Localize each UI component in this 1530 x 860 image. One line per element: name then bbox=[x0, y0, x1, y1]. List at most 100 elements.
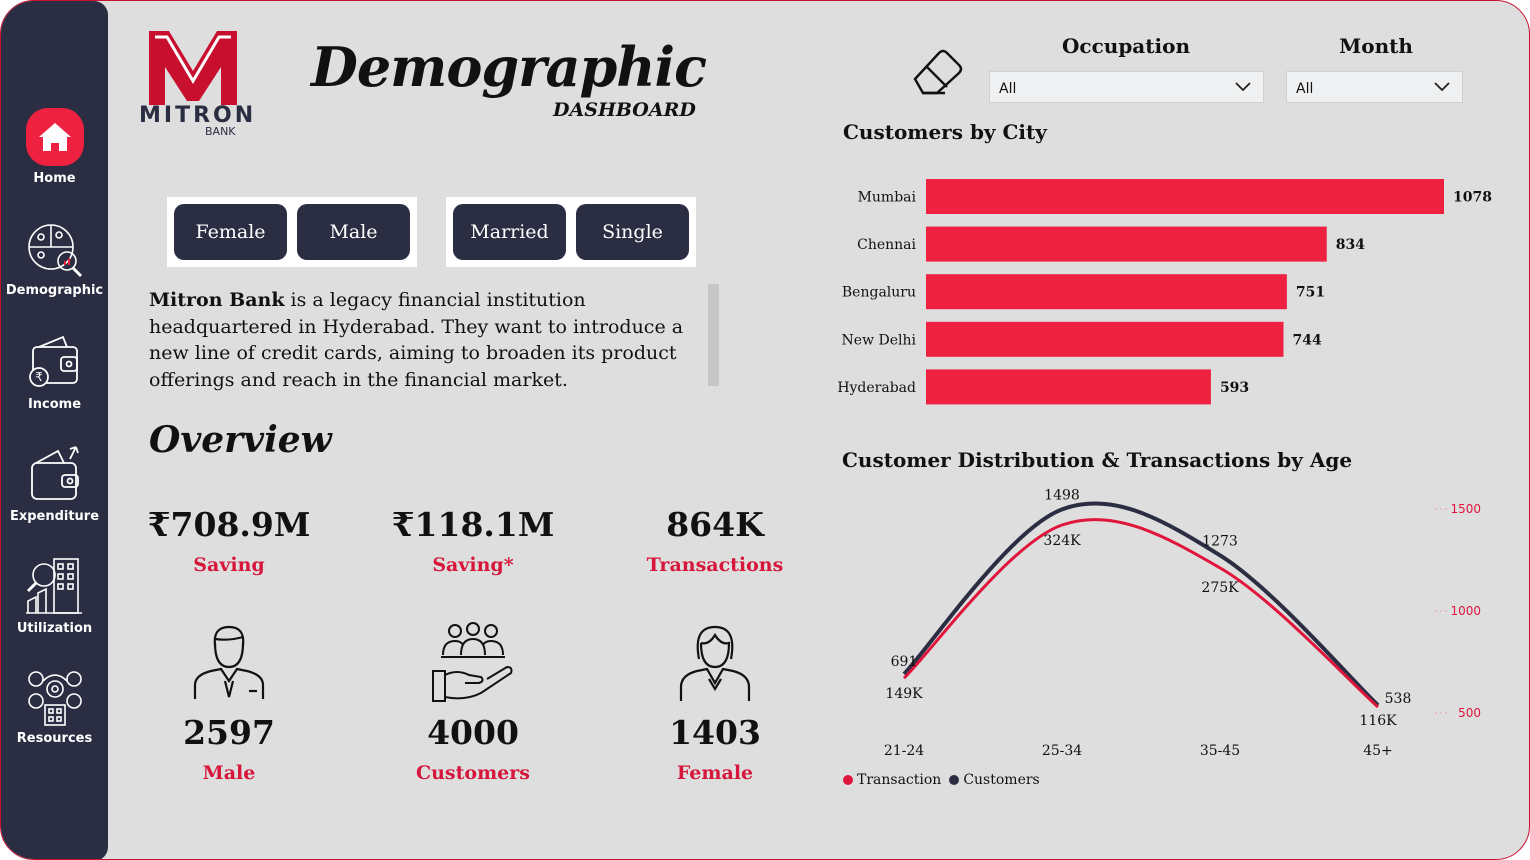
legend-transaction-label: Transaction bbox=[857, 772, 942, 788]
x-tick-label: 35-45 bbox=[1200, 743, 1240, 759]
city-label: Chennai bbox=[857, 237, 916, 253]
nav-resources-label: Resources bbox=[16, 731, 93, 746]
city-bar bbox=[926, 369, 1211, 405]
kpi-male-label: Male bbox=[202, 762, 256, 784]
utilization-icon bbox=[25, 558, 82, 614]
description-scrollbar[interactable] bbox=[708, 284, 719, 386]
nav-resources[interactable]: Resources bbox=[1, 667, 108, 746]
kpi-customers: 4000 Customers bbox=[363, 713, 583, 784]
y2-tick-label: 1500 bbox=[1450, 502, 1481, 516]
nav-demographic[interactable]: Demographic bbox=[1, 219, 108, 298]
city-bar bbox=[926, 179, 1444, 214]
mitron-bank-logo: MITRON BANK bbox=[139, 27, 253, 139]
demographic-icon bbox=[27, 224, 82, 278]
home-icon bbox=[25, 108, 84, 166]
filter-female-button[interactable]: Female bbox=[174, 204, 287, 260]
age-chart-legend: Transaction Customers bbox=[843, 772, 1040, 788]
month-dropdown[interactable]: All bbox=[1286, 71, 1463, 103]
city-label: New Delhi bbox=[842, 332, 917, 348]
transaction-data-label: 275K bbox=[1201, 580, 1239, 596]
kpi-transactions-label: Transactions bbox=[646, 554, 784, 576]
customers-series-line bbox=[902, 501, 1380, 707]
overview-title: Overview bbox=[149, 419, 332, 461]
city-value-label: 593 bbox=[1220, 380, 1249, 396]
nav-home[interactable]: Home bbox=[1, 107, 108, 186]
x-tick-label: 25-34 bbox=[1042, 743, 1082, 759]
occupation-filter-title: Occupation bbox=[1062, 34, 1190, 58]
filter-male-button[interactable]: Male bbox=[297, 204, 410, 260]
logo-sub: BANK bbox=[205, 125, 236, 138]
description-bank-name: Mitron Bank bbox=[149, 289, 285, 311]
kpi-transactions: 864K Transactions bbox=[605, 505, 825, 576]
male-person-icon bbox=[193, 625, 265, 699]
kpi-saving-star: ₹118.1M Saving* bbox=[363, 505, 583, 576]
month-dropdown-value: All bbox=[1296, 81, 1314, 97]
clear-filters-eraser-icon[interactable] bbox=[909, 47, 963, 99]
kpi-male-value: 2597 bbox=[183, 713, 275, 752]
kpi-customers-value: 4000 bbox=[427, 713, 519, 752]
month-filter-title: Month bbox=[1339, 34, 1413, 58]
occupation-dropdown[interactable]: All bbox=[989, 71, 1264, 103]
dashboard-frame: Home Demographic ₹ Income Expenditure Ut… bbox=[0, 0, 1530, 860]
kpi-saving-star-value: ₹118.1M bbox=[391, 505, 555, 544]
city-label: Bengaluru bbox=[842, 285, 916, 301]
x-tick-label: 21-24 bbox=[884, 743, 924, 759]
customers-data-label: 691 bbox=[891, 654, 918, 670]
customers-hand-icon bbox=[432, 622, 513, 702]
customers-by-city-chart: Mumbai 1078 Chennai 834 Bengaluru 751 New Delh… bbox=[837, 179, 1492, 405]
chevron-down-icon bbox=[1434, 82, 1450, 92]
legend-transaction[interactable]: Transaction bbox=[843, 772, 941, 788]
description-text: Mitron Bank is a legacy financial instit… bbox=[149, 287, 705, 393]
logo-mark-icon bbox=[149, 31, 237, 105]
customers-data-label: 538 bbox=[1385, 691, 1412, 707]
age-distribution-chart: 1500 1000 500 691 1498 1273 538 149K 324K 275K 116… bbox=[884, 487, 1481, 759]
chevron-down-icon bbox=[1235, 82, 1251, 92]
nav-utilization[interactable]: Utilization bbox=[1, 555, 108, 636]
expenditure-icon bbox=[30, 446, 79, 500]
age-chart-title: Customer Distribution & Transactions by … bbox=[842, 448, 1353, 472]
nav-expenditure-label: Expenditure bbox=[9, 509, 100, 524]
city-bar bbox=[926, 321, 1284, 357]
nav-expenditure[interactable]: Expenditure bbox=[1, 443, 108, 524]
city-value-label: 1078 bbox=[1453, 190, 1492, 206]
kpi-saving-label: Saving bbox=[193, 554, 265, 576]
legend-customers-label: Customers bbox=[963, 772, 1040, 788]
transaction-data-label: 324K bbox=[1043, 533, 1081, 549]
page-title: Demographic bbox=[311, 35, 707, 99]
marital-filter: Married Single bbox=[446, 197, 696, 267]
page-subtitle: DASHBOARD bbox=[553, 99, 696, 121]
kpi-female-label: Female bbox=[676, 762, 754, 784]
nav-income[interactable]: ₹ Income bbox=[1, 333, 108, 412]
transaction-data-label: 116K bbox=[1359, 713, 1397, 729]
kpi-saving-value: ₹708.9M bbox=[147, 505, 311, 544]
legend-customers[interactable]: Customers bbox=[949, 772, 1040, 788]
kpi-female-value: 1403 bbox=[669, 713, 761, 752]
kpi-saving: ₹708.9M Saving bbox=[119, 505, 339, 576]
legend-transaction-dot bbox=[843, 775, 853, 785]
sidebar: Home Demographic ₹ Income Expenditure Ut… bbox=[1, 1, 108, 859]
kpi-female: 1403 Female bbox=[605, 713, 825, 784]
city-bar bbox=[926, 226, 1327, 262]
city-value-label: 751 bbox=[1296, 285, 1325, 301]
city-bar bbox=[926, 274, 1287, 310]
kpi-saving-star-label: Saving* bbox=[432, 554, 514, 576]
female-person-icon bbox=[679, 625, 751, 701]
y2-tick-label: 1000 bbox=[1450, 604, 1481, 618]
city-value-label: 834 bbox=[1336, 237, 1365, 253]
y2-tick-label: 500 bbox=[1458, 706, 1481, 720]
nav-utilization-label: Utilization bbox=[16, 621, 93, 636]
nav-income-label: Income bbox=[27, 397, 82, 412]
customers-data-label: 1273 bbox=[1202, 533, 1238, 549]
kpi-transactions-value: 864K bbox=[666, 505, 764, 544]
wallet-icon: ₹ bbox=[28, 335, 78, 387]
resources-icon bbox=[27, 671, 82, 726]
svg-text:₹: ₹ bbox=[35, 370, 43, 384]
city-chart-title: Customers by City bbox=[843, 120, 1047, 144]
transaction-series-line bbox=[902, 517, 1379, 709]
transaction-data-label: 149K bbox=[885, 686, 923, 702]
filter-married-button[interactable]: Married bbox=[453, 204, 566, 260]
filter-single-button[interactable]: Single bbox=[576, 204, 689, 260]
nav-demographic-label: Demographic bbox=[5, 283, 104, 298]
x-tick-label: 45+ bbox=[1363, 743, 1393, 759]
city-value-label: 744 bbox=[1293, 332, 1322, 348]
